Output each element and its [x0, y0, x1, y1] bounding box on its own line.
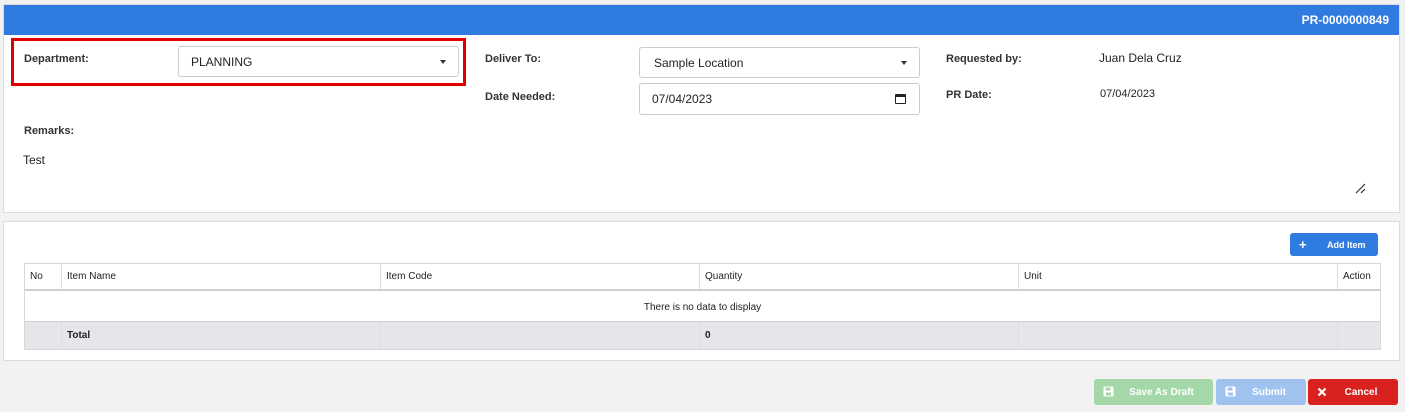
pr-number: PR-0000000849 — [1301, 13, 1389, 27]
column-header-item-code[interactable]: Item Code — [381, 264, 700, 289]
add-item-label: Add Item — [1327, 239, 1366, 250]
pr-date-label: PR Date: — [946, 89, 992, 101]
empty-table-message: There is no data to display — [643, 301, 762, 313]
requested-by-value: Juan Dela Cruz — [1099, 51, 1182, 65]
items-table: No Item Name Item Code Quantity Unit Act… — [24, 263, 1381, 350]
total-cell-item-code — [381, 322, 700, 349]
total-quantity: 0 — [700, 322, 1019, 349]
column-header-no[interactable]: No — [25, 264, 62, 289]
plus-icon: + — [1299, 237, 1307, 252]
cancel-button[interactable]: Cancel — [1308, 379, 1398, 405]
total-cell-action — [1338, 322, 1380, 349]
remarks-textarea[interactable]: Test — [23, 153, 45, 167]
column-header-unit[interactable]: Unit — [1019, 264, 1338, 289]
total-cell-no — [25, 322, 62, 349]
date-needed-value: 07/04/2023 — [652, 92, 713, 106]
total-cell-unit — [1019, 322, 1338, 349]
deliver-to-value: Sample Location — [654, 55, 744, 70]
save-as-draft-label: Save As Draft — [1129, 386, 1194, 398]
calendar-icon[interactable] — [895, 94, 906, 104]
cancel-label: Cancel — [1344, 386, 1378, 398]
department-highlight-box — [11, 38, 466, 86]
pr-title-bar: PR-0000000849 — [4, 5, 1399, 35]
deliver-to-select[interactable]: Sample Location — [639, 47, 920, 78]
column-header-action[interactable]: Action — [1338, 264, 1380, 289]
caret-down-icon — [901, 60, 907, 65]
deliver-to-label: Deliver To: — [485, 53, 542, 65]
remarks-label: Remarks: — [24, 125, 75, 137]
requested-by-label: Requested by: — [946, 53, 1022, 65]
total-row: Total 0 — [25, 321, 1380, 349]
date-needed-label: Date Needed: — [485, 91, 556, 103]
submit-label: Submit — [1252, 386, 1286, 398]
total-label: Total — [62, 322, 381, 349]
column-header-item-name[interactable]: Item Name — [62, 264, 381, 289]
add-item-button[interactable]: + Add Item — [1290, 233, 1378, 256]
save-as-draft-button[interactable]: Save As Draft — [1094, 379, 1213, 405]
resize-handle-icon[interactable] — [1354, 182, 1366, 194]
table-header: No Item Name Item Code Quantity Unit Act… — [25, 264, 1380, 291]
submit-button[interactable]: Submit — [1216, 379, 1306, 405]
column-header-quantity[interactable]: Quantity — [700, 264, 1019, 289]
date-needed-input[interactable]: 07/04/2023 — [639, 83, 920, 115]
pr-date-value: 07/04/2023 — [1100, 88, 1156, 100]
